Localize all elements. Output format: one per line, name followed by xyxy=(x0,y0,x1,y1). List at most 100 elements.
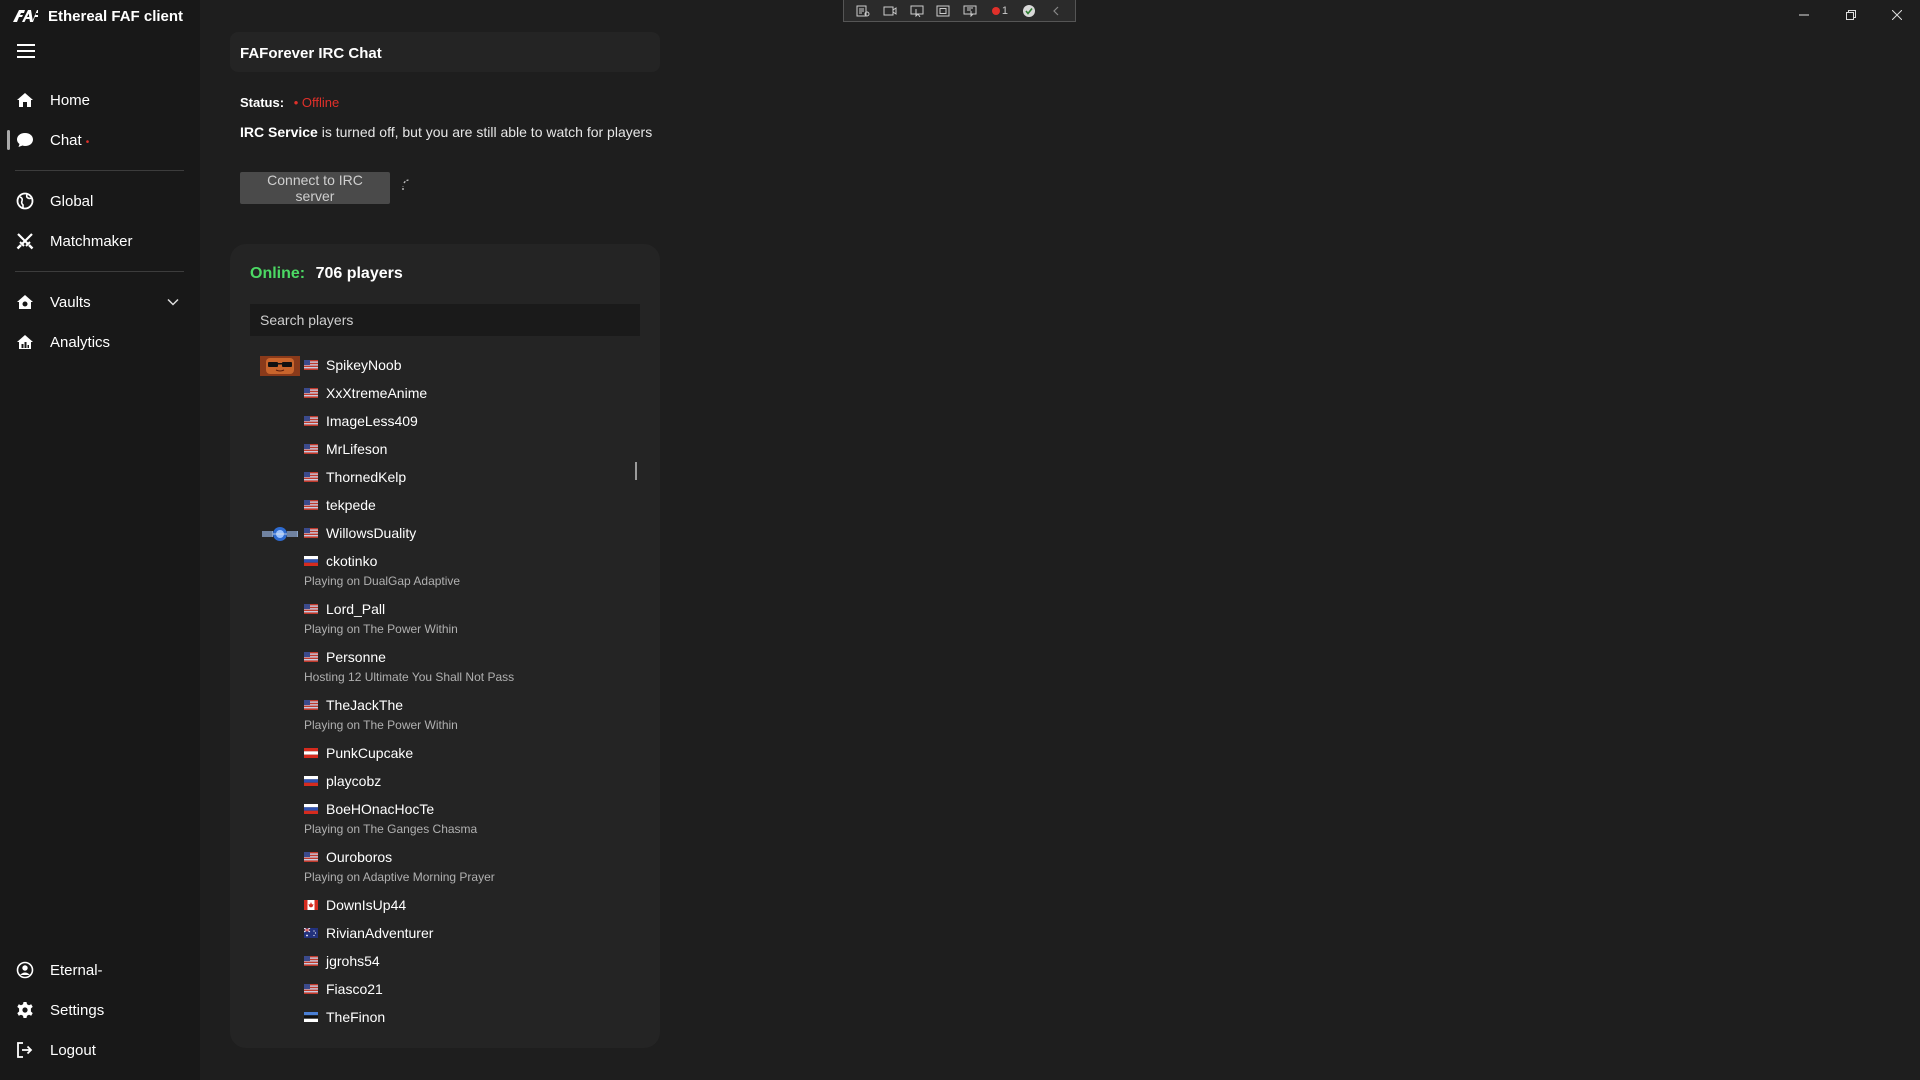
faf-logo-icon xyxy=(13,10,38,22)
flag-ru-icon xyxy=(304,556,318,566)
player-name: jgrohs54 xyxy=(326,953,380,969)
crossed-swords-icon xyxy=(15,231,35,251)
player-row[interactable]: Fiasco21 xyxy=(230,976,630,1004)
sidebar-item-home-label: Home xyxy=(50,91,91,109)
player-name: PunkCupcake xyxy=(326,745,414,761)
sidebar-item-chat[interactable]: Chat • xyxy=(0,122,200,158)
connect-irc-button[interactable]: Connect to IRC server xyxy=(240,172,390,204)
online-count-row: Online: 706 players xyxy=(250,265,403,283)
record-icon xyxy=(991,6,1000,15)
online-count: 706 players xyxy=(315,265,403,282)
app-title: Ethereal FAF client xyxy=(48,7,184,25)
player-game-status: Playing on DualGap Adaptive xyxy=(304,574,461,588)
video-camera-icon[interactable] xyxy=(882,4,898,18)
player-row[interactable]: XxXtremeAnime xyxy=(230,380,630,408)
player-name: DownIsUp44 xyxy=(326,897,407,913)
chevron-down-icon[interactable] xyxy=(166,295,180,309)
sidebar-item-matchmaker[interactable]: Matchmaker xyxy=(0,223,200,259)
irc-service-label: IRC Service xyxy=(240,124,318,140)
logout-icon xyxy=(15,1040,35,1060)
menu-toggle-icon[interactable] xyxy=(17,44,35,60)
sidebar-item-vaults[interactable]: Vaults xyxy=(0,284,200,320)
player-row[interactable]: TheJackThe Playing on The Power Within xyxy=(230,692,630,740)
flag-us-icon xyxy=(304,444,318,454)
player-row[interactable]: ThornedKelp xyxy=(230,464,630,492)
region-select-icon[interactable] xyxy=(935,4,951,18)
player-row[interactable]: WillowsDuality xyxy=(230,520,630,548)
chat-notification-dot: • xyxy=(85,136,90,148)
close-button[interactable] xyxy=(1882,5,1912,25)
player-game-status: Playing on Adaptive Morning Prayer xyxy=(304,870,495,884)
player-row[interactable]: TheFinon xyxy=(230,1004,630,1032)
player-name: SpikeyNoob xyxy=(326,357,402,373)
flag-us-icon xyxy=(304,416,318,426)
player-game-status: Hosting 12 Ultimate You Shall Not Pass xyxy=(304,670,515,684)
sidebar-item-user-label: Eternal- xyxy=(50,961,103,979)
player-row[interactable]: MrLifeson xyxy=(230,436,630,464)
sidebar-item-user[interactable]: Eternal- xyxy=(0,952,200,988)
sidebar-divider xyxy=(15,271,184,272)
screen-pointer-icon[interactable] xyxy=(909,4,925,18)
player-row[interactable]: ckotinko Playing on DualGap Adaptive xyxy=(230,548,630,596)
player-row[interactable]: PunkCupcake xyxy=(230,740,630,768)
player-name: ckotinko xyxy=(326,553,378,569)
player-name: TheJackThe xyxy=(326,697,404,713)
player-name: BoeHOnacHocTe xyxy=(326,801,435,817)
sidebar-item-analytics[interactable]: Analytics xyxy=(0,324,200,360)
sidebar-item-home[interactable]: Home xyxy=(0,82,200,118)
flag-ru-icon xyxy=(304,804,318,814)
search-players-input[interactable] xyxy=(250,304,640,336)
online-players-panel: Online: 706 players SpikeyNoob XxXtremeAn… xyxy=(230,244,660,1048)
flag-at-icon xyxy=(304,748,318,758)
player-name: ImageLess409 xyxy=(326,413,418,429)
player-name: TheFinon xyxy=(326,1009,386,1025)
player-row[interactable]: ImageLess409 xyxy=(230,408,630,436)
status-label: Status: xyxy=(240,95,285,110)
flag-us-icon xyxy=(304,528,318,538)
recording-counter[interactable]: 1 xyxy=(988,4,1010,18)
sidebar-item-global[interactable]: Global xyxy=(0,183,200,219)
player-row[interactable]: DownIsUp44 xyxy=(230,892,630,920)
loading-spinner-icon xyxy=(402,179,410,190)
irc-service-note: IRC Service is turned off, but you are s… xyxy=(240,124,652,140)
player-name: MrLifeson xyxy=(326,441,388,457)
flag-au-icon xyxy=(304,928,318,938)
player-row[interactable]: RivianAdventurer xyxy=(230,920,630,948)
notes-icon[interactable] xyxy=(855,4,871,18)
player-name: RivianAdventurer xyxy=(326,925,434,941)
flag-us-icon xyxy=(304,604,318,614)
check-circle-icon[interactable] xyxy=(1021,4,1037,18)
player-row[interactable]: jgrohs54 xyxy=(230,948,630,976)
collapse-arrow-icon[interactable] xyxy=(1048,4,1064,18)
player-row[interactable]: playcobz xyxy=(230,768,630,796)
close-icon xyxy=(1892,10,1902,20)
user-circle-icon xyxy=(15,960,35,980)
player-name: WillowsDuality xyxy=(326,525,417,541)
player-row[interactable]: SpikeyNoob xyxy=(230,352,630,380)
gear-icon xyxy=(15,1000,35,1020)
restore-icon xyxy=(1846,10,1856,20)
player-row[interactable]: tekpede xyxy=(230,492,630,520)
flag-us-icon xyxy=(304,984,318,994)
flag-us-icon xyxy=(304,472,318,482)
restore-button[interactable] xyxy=(1836,5,1866,25)
player-name: Personne xyxy=(326,649,386,665)
sidebar-item-logout-label: Logout xyxy=(50,1041,96,1059)
sidebar-item-vaults-label: Vaults xyxy=(50,293,91,311)
flag-us-icon xyxy=(304,388,318,398)
vault-house-icon xyxy=(15,292,35,312)
player-row[interactable]: BoeHOnacHocTe Playing on The Ganges Chasm… xyxy=(230,796,630,844)
player-row[interactable]: Personne Hosting 12 Ultimate You Shall No… xyxy=(230,644,630,692)
sidebar-item-logout[interactable]: Logout xyxy=(0,1032,200,1068)
sidebar-divider xyxy=(15,170,184,171)
home-icon xyxy=(15,90,35,110)
player-game-status: Playing on The Power Within xyxy=(304,622,458,636)
app-title-row: Ethereal FAF client xyxy=(12,4,183,28)
window-pointer-icon[interactable] xyxy=(962,4,978,18)
flag-us-icon xyxy=(304,700,318,710)
player-row[interactable]: Ouroboros Playing on Adaptive Morning Pra… xyxy=(230,844,630,892)
sidebar-item-settings[interactable]: Settings xyxy=(0,992,200,1028)
minimize-button[interactable] xyxy=(1789,5,1819,25)
player-row[interactable]: Lord_Pall Playing on The Power Within xyxy=(230,596,630,644)
online-label: Online: xyxy=(250,265,306,282)
